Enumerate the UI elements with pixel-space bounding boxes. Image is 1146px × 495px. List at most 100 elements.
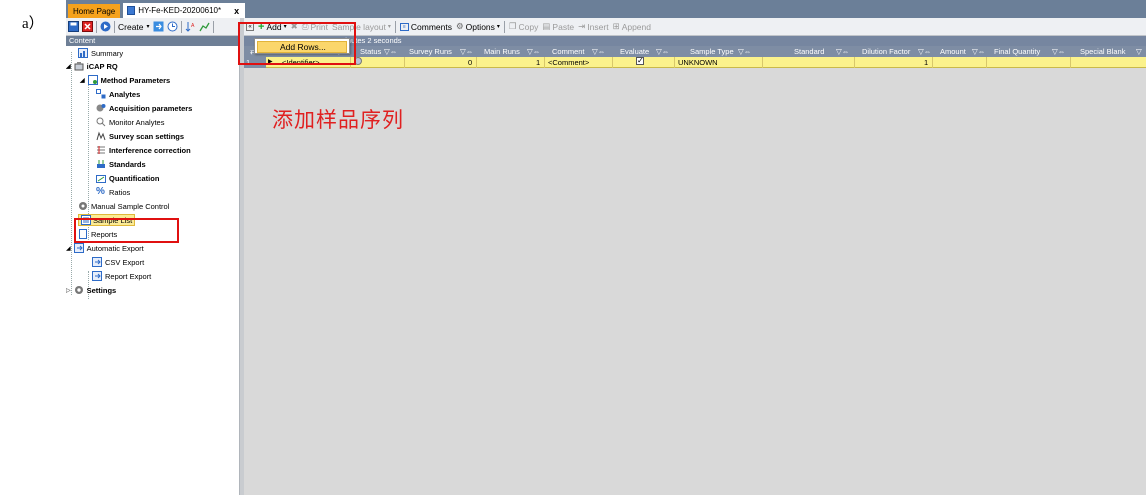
cell-dilution-factor[interactable]: 1 <box>924 57 928 68</box>
paste-icon: ▤ <box>542 21 551 31</box>
tree-item-standards[interactable]: Standards <box>96 157 146 171</box>
toolbar-separator <box>212 20 214 33</box>
filter-icon[interactable]: ▽⇔ <box>656 46 669 57</box>
tree-item-settings[interactable]: ▷ Settings <box>66 283 116 297</box>
left-toolbar: Create ▾ A <box>66 18 248 36</box>
comments-button[interactable]: ≡ Comments <box>399 22 452 32</box>
filter-icon[interactable]: ▽⇔ <box>592 46 605 57</box>
tab-document-label: HY-Fe-KED-20200610* <box>138 6 222 15</box>
highlight-box-add <box>238 22 356 65</box>
toolbar-separator <box>180 20 182 33</box>
cell-survey-runs[interactable]: 0 <box>468 57 472 68</box>
table-row[interactable]: 1 ▶ <Identifier> 0 1 <Comment> UNKNOWN 1 <box>244 55 1146 68</box>
cell-comment[interactable]: <Comment> <box>548 57 589 68</box>
tree-item-survey-scan-settings[interactable]: Survey scan settings <box>96 129 184 143</box>
tree-item-csv-export[interactable]: CSV Export <box>92 255 144 269</box>
run-icon[interactable] <box>100 21 111 32</box>
clock-icon[interactable] <box>167 21 178 32</box>
copy-button[interactable]: ❐ Copy <box>509 21 538 32</box>
standards-icon <box>96 159 106 169</box>
application-window: Home Page HY-Fe-KED-20200610* x Create ▾… <box>66 0 1146 495</box>
column-header-status[interactable]: Status <box>360 46 381 57</box>
expand-icon[interactable]: ◢ <box>66 245 71 252</box>
tree-item-ratios[interactable]: % Ratios <box>96 185 130 199</box>
run-time-info: me: 10 minutes 2 seconds <box>244 36 1146 46</box>
analytes-icon <box>96 89 106 99</box>
tree-item-monitor-analytes[interactable]: Monitor Analytes <box>96 115 164 129</box>
column-header-comment[interactable]: Comment <box>552 46 585 57</box>
tree-item-quantification[interactable]: Quantification <box>96 171 159 185</box>
tree-item-automatic-export[interactable]: ◢ Automatic Export <box>66 241 144 255</box>
method-icon <box>87 75 98 85</box>
document-tab-strip: Home Page HY-Fe-KED-20200610* x <box>66 0 1146 18</box>
filter-icon[interactable]: ▽⇔ <box>972 46 985 57</box>
tree-item-manual-sample-control[interactable]: Manual Sample Control <box>78 199 169 213</box>
chevron-down-icon[interactable]: ▾ <box>388 23 391 30</box>
filter-icon[interactable]: ▽⇔ <box>384 46 397 57</box>
cell-divider <box>762 57 763 68</box>
manual-control-icon <box>78 201 88 211</box>
chevron-down-icon[interactable]: ▾ <box>497 23 500 30</box>
csv-export-icon <box>92 257 102 267</box>
tree-item-report-export[interactable]: Report Export <box>92 269 151 283</box>
export-icon <box>73 243 84 253</box>
copy-icon: ❐ <box>508 21 517 31</box>
tree-item-interference-correction[interactable]: Interference correction <box>96 143 191 157</box>
stop-icon[interactable] <box>82 21 93 32</box>
report-export-icon <box>92 271 102 281</box>
comment-icon: ≡ <box>399 22 409 31</box>
filter-icon[interactable]: ▽⇔ <box>738 46 751 57</box>
column-header-final-quantity[interactable]: Final Quantity <box>994 46 1040 57</box>
filter-icon[interactable]: ▽⇔ <box>527 46 540 57</box>
tree-item-acquisition-parameters[interactable]: Acquisition parameters <box>96 101 192 115</box>
create-menu-button[interactable]: Create <box>118 22 144 32</box>
column-header-survey-runs[interactable]: Survey Runs <box>409 46 452 57</box>
tree-item-analytes[interactable]: Analytes <box>96 87 140 101</box>
export-icon[interactable] <box>153 21 164 32</box>
save-icon[interactable] <box>68 21 79 32</box>
acquisition-icon <box>96 103 106 113</box>
tree-connector <box>71 52 72 295</box>
column-header-sample-type[interactable]: Sample Type <box>690 46 734 57</box>
insert-button[interactable]: ⇥ Insert <box>578 21 608 32</box>
survey-icon <box>96 131 106 141</box>
annotation-text: 添加样品序列 <box>272 108 404 132</box>
expand-icon[interactable]: ◢ <box>80 77 85 84</box>
options-button[interactable]: ⚙ Options ▾ <box>456 21 500 32</box>
tree-item-method-parameters[interactable]: ◢ Method Parameters <box>80 73 170 87</box>
close-icon[interactable]: x <box>234 6 239 16</box>
summary-icon <box>78 48 88 58</box>
cell-divider <box>932 57 933 68</box>
cell-divider <box>476 57 477 68</box>
tab-home-page[interactable]: Home Page <box>68 4 121 18</box>
monitor-icon <box>96 117 106 127</box>
filter-icon[interactable]: ▽⇔ <box>836 46 849 57</box>
filter-icon[interactable]: ▽⇔ <box>460 46 473 57</box>
filter-icon[interactable]: ▽⇔ <box>918 46 931 57</box>
tree-item-icap-rq[interactable]: ◢ iCAP RQ <box>66 59 118 73</box>
cell-sample-type[interactable]: UNKNOWN <box>678 57 718 68</box>
column-header-special-blank[interactable]: Special Blank <box>1080 46 1125 57</box>
column-header-amount[interactable]: Amount <box>940 46 966 57</box>
column-header-main-runs[interactable]: Main Runs <box>484 46 520 57</box>
paste-button[interactable]: ▤ Paste <box>542 21 574 32</box>
toolbar-separator <box>114 20 115 33</box>
settings-icon <box>74 285 84 295</box>
cell-main-runs[interactable]: 1 <box>536 57 540 68</box>
column-header-dilution-factor[interactable]: Dilution Factor <box>862 46 910 57</box>
collapse-icon[interactable]: ▷ <box>66 287 71 294</box>
sort-icon[interactable]: A <box>185 21 196 32</box>
filter-icon[interactable]: ▽ <box>1136 46 1142 57</box>
filter-icon[interactable]: ▽⇔ <box>1052 46 1065 57</box>
cell-divider <box>1070 57 1071 68</box>
expand-icon[interactable]: ◢ <box>66 63 71 70</box>
append-button[interactable]: ⊞ Append <box>613 21 651 32</box>
tree-item-summary[interactable]: Summary <box>78 46 123 60</box>
column-header-standard[interactable]: Standard <box>794 46 824 57</box>
highlight-box-sample-list <box>74 218 179 243</box>
column-header-evaluate[interactable]: Evaluate <box>620 46 649 57</box>
tab-document[interactable]: HY-Fe-KED-20200610* x <box>123 3 246 18</box>
cell-divider <box>854 57 855 68</box>
chevron-down-icon[interactable]: ▾ <box>147 23 150 30</box>
chart-icon[interactable] <box>198 21 210 32</box>
